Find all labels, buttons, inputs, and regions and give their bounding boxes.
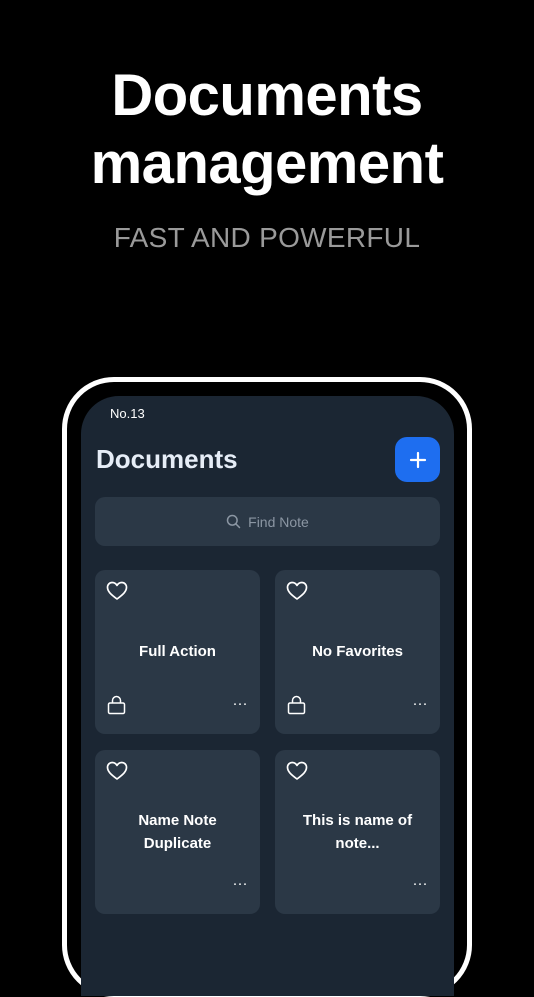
note-card[interactable]: This is name of note... ··· — [275, 750, 440, 914]
promo-headline: Documents management — [0, 62, 534, 198]
lock-icon[interactable] — [287, 695, 306, 715]
more-options-button[interactable]: ··· — [231, 874, 249, 894]
heart-icon[interactable] — [106, 581, 128, 601]
note-title: Name Note Duplicate — [138, 812, 217, 852]
add-note-button[interactable] — [395, 437, 440, 482]
search-placeholder: Find Note — [248, 513, 309, 530]
note-title: This is name of note... — [302, 812, 413, 852]
page-title: Documents — [96, 444, 238, 474]
more-options-button[interactable]: ··· — [411, 694, 429, 714]
heart-icon[interactable] — [106, 761, 128, 781]
note-card[interactable]: No Favorites ··· — [275, 570, 440, 734]
lock-icon[interactable] — [107, 695, 126, 715]
app-screen: No.13 Documents Find Note Full Action ··… — [81, 396, 454, 996]
heart-icon[interactable] — [286, 581, 308, 601]
promo-subheadline: FAST AND POWERFUL — [113, 222, 421, 253]
note-card[interactable]: Name Note Duplicate ··· — [95, 750, 260, 914]
headline-line-2: management — [90, 131, 444, 196]
note-title: No Favorites — [312, 643, 403, 660]
plus-icon — [409, 451, 426, 468]
more-options-button[interactable]: ··· — [411, 874, 429, 894]
search-input[interactable]: Find Note — [95, 497, 440, 546]
more-options-button[interactable]: ··· — [231, 694, 249, 714]
search-icon — [226, 514, 241, 529]
note-title: Full Action — [139, 643, 216, 660]
heart-icon[interactable] — [286, 761, 308, 781]
headline-line-1: Documents — [111, 63, 423, 128]
status-text: No.13 — [110, 406, 145, 421]
note-card[interactable]: Full Action ··· — [95, 570, 260, 734]
